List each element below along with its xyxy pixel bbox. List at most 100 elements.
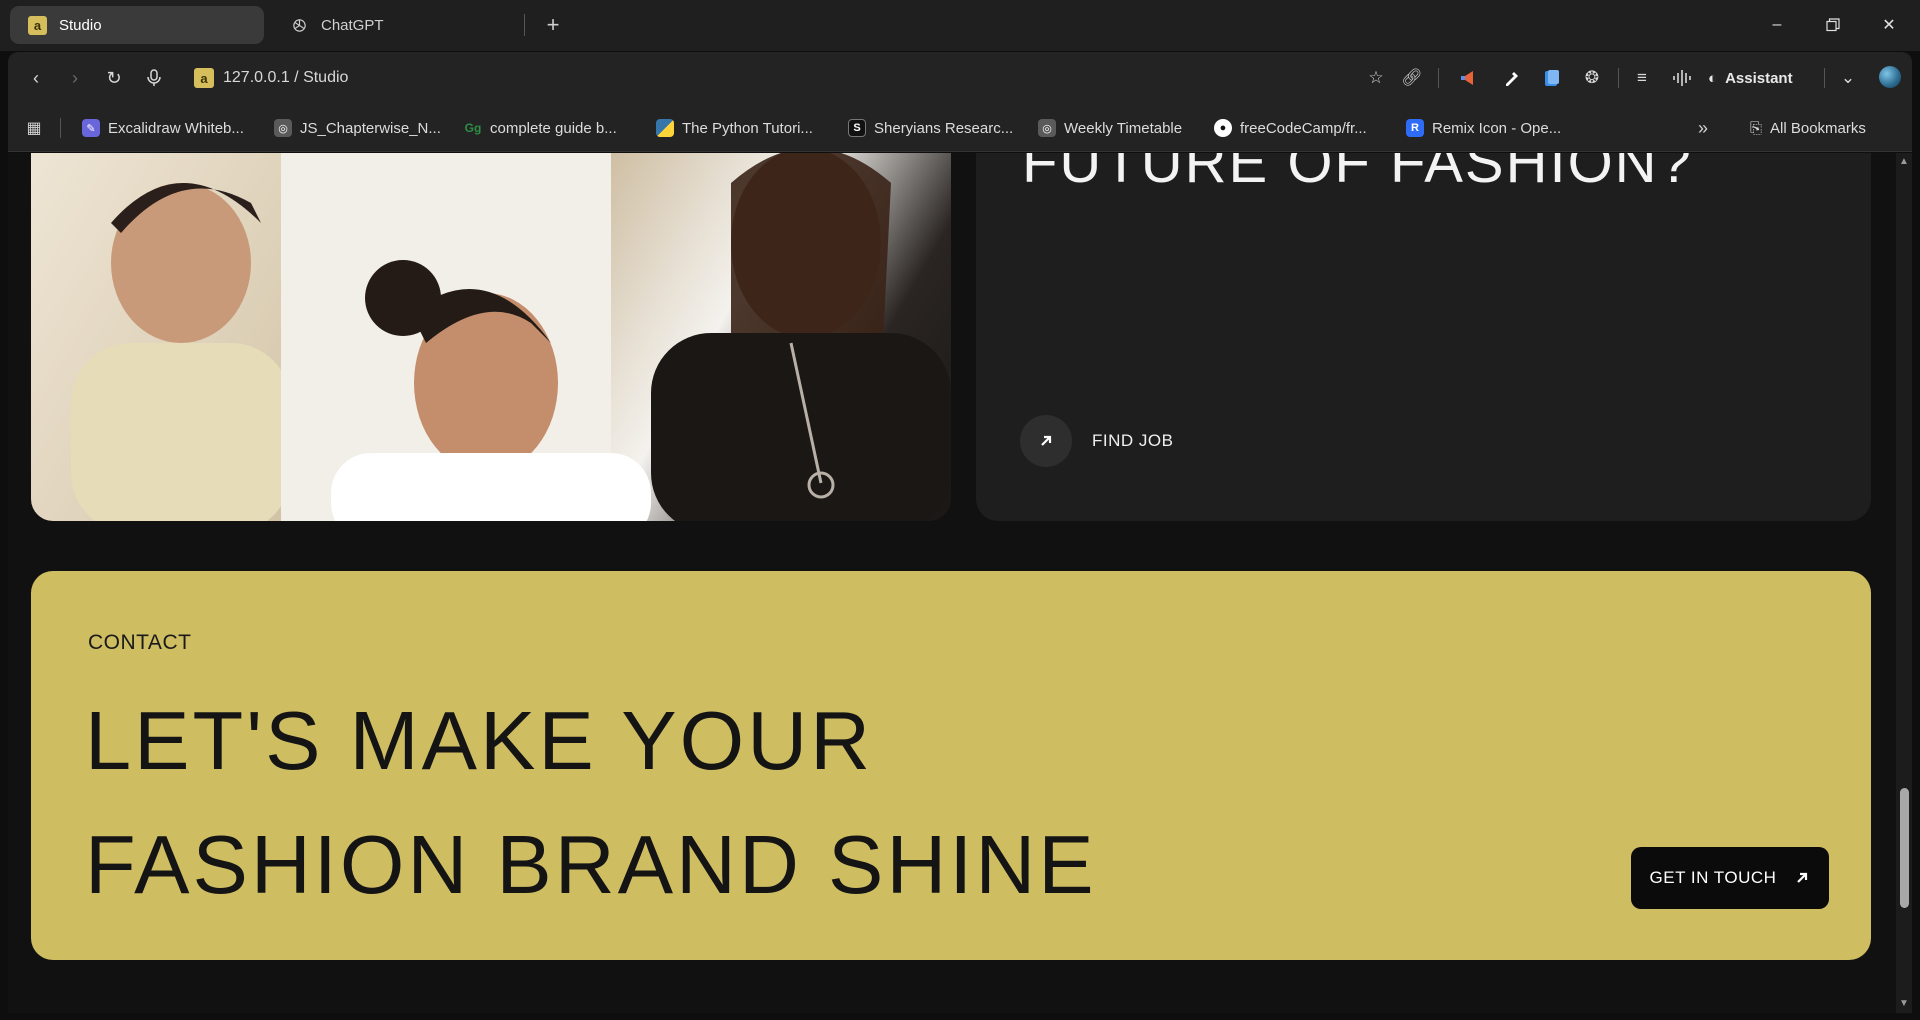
contact-eyebrow: CONTACT xyxy=(88,631,192,654)
close-window-button[interactable]: ✕ xyxy=(1866,8,1912,42)
tab-strip: a Studio ChatGPT + – ✕ xyxy=(0,0,1920,51)
audio-button[interactable] xyxy=(1668,64,1696,92)
bookmark-item[interactable]: R Remix Icon - Ope... xyxy=(1406,116,1561,140)
tab-search-button[interactable]: ⌄ xyxy=(1834,64,1862,92)
extension-megaphone-button[interactable] xyxy=(1454,64,1482,92)
voice-search-button[interactable] xyxy=(140,64,168,92)
remix-icon: R xyxy=(1406,119,1424,137)
extension-colorpicker-button[interactable] xyxy=(1498,64,1526,92)
bookmark-label: Excalidraw Whiteb... xyxy=(108,119,244,137)
studio-favicon-icon: a xyxy=(28,15,47,35)
find-job-button[interactable]: FIND JOB xyxy=(1020,415,1173,467)
globe-icon: ◎ xyxy=(274,119,292,137)
python-icon xyxy=(656,119,674,137)
bookmark-label: JS_Chapterwise_N... xyxy=(300,119,441,137)
close-icon: ✕ xyxy=(1882,17,1896,34)
list-icon: ≡ xyxy=(1637,68,1647,87)
bookmark-item[interactable]: ● freeCodeCamp/fr... xyxy=(1214,116,1367,140)
minimize-button[interactable]: – xyxy=(1754,8,1800,42)
forward-button[interactable]: › xyxy=(61,64,89,92)
back-button[interactable]: ‹ xyxy=(22,64,50,92)
puzzle-icon: ❂ xyxy=(1584,68,1600,87)
assistant-icon: ◐ xyxy=(1708,69,1718,87)
bookmark-item[interactable]: ◎ Weekly Timetable xyxy=(1038,116,1182,140)
link-icon: 🔗︎ xyxy=(1401,68,1423,87)
team-photo-illustration xyxy=(71,153,951,521)
bookmarks-divider xyxy=(60,118,61,138)
toolbar-divider xyxy=(1618,68,1619,88)
plus-icon: + xyxy=(546,12,560,37)
bookmark-icon: ⎘ xyxy=(1750,119,1763,137)
reading-list-button[interactable]: ≡ xyxy=(1628,64,1656,92)
bookmark-label: Weekly Timetable xyxy=(1064,119,1183,137)
job-card-title: FUTURE OF FASHION? xyxy=(1022,153,1693,195)
assistant-label: Assistant xyxy=(1725,69,1793,87)
arrow-left-icon: ‹ xyxy=(33,67,39,88)
site-favicon-icon: a xyxy=(194,68,214,88)
arrow-up-right-icon xyxy=(1797,872,1808,883)
team-photo xyxy=(31,153,951,521)
get-in-touch-button[interactable]: GET IN TOUCH xyxy=(1631,847,1829,909)
contact-headline-line2: FASHION BRAND SHINE xyxy=(85,818,1097,911)
restore-button[interactable] xyxy=(1810,8,1856,42)
megaphone-icon xyxy=(1461,71,1473,85)
bookmark-label: The Python Tutori... xyxy=(682,119,813,137)
geeks-icon: Gg xyxy=(464,121,482,135)
excalidraw-icon: ✎ xyxy=(82,119,100,137)
bookmark-label: freeCodeCamp/fr... xyxy=(1240,119,1367,137)
extension-notes-button[interactable] xyxy=(1538,64,1566,92)
find-job-icon-circle xyxy=(1020,415,1072,467)
page-scrollbar[interactable]: ▲ ▼ xyxy=(1896,153,1912,1013)
tab-studio[interactable]: a Studio xyxy=(10,6,264,44)
toolbar-divider xyxy=(1824,68,1825,88)
scroll-thumb[interactable] xyxy=(1900,788,1909,908)
profile-avatar[interactable] xyxy=(1879,66,1901,88)
reload-button[interactable]: ↻ xyxy=(100,64,128,92)
bookmark-item[interactable]: Gg complete guide b... xyxy=(464,116,617,140)
bookmark-star-button[interactable]: ☆ xyxy=(1362,64,1390,92)
minimize-icon: – xyxy=(1772,16,1782,33)
apps-grid-icon[interactable]: ▦ xyxy=(24,118,44,138)
tab-divider xyxy=(524,14,525,36)
github-icon: ● xyxy=(1214,119,1232,137)
waveform-icon xyxy=(1673,70,1691,86)
scroll-up-arrow-icon[interactable]: ▲ xyxy=(1899,157,1909,167)
eyedropper-icon xyxy=(1506,72,1518,86)
bookmark-label: Sheryians Researc... xyxy=(874,119,1014,137)
extensions-button[interactable]: ❂ xyxy=(1578,64,1606,92)
copy-link-button[interactable]: 🔗︎ xyxy=(1398,64,1426,92)
restore-icon xyxy=(1826,18,1840,32)
star-icon: ☆ xyxy=(1368,68,1384,87)
bookmark-item[interactable]: ◎ JS_Chapterwise_N... xyxy=(274,116,441,140)
find-job-label: FIND JOB xyxy=(1092,431,1174,450)
tab-label: ChatGPT xyxy=(321,16,384,34)
new-tab-button[interactable]: + xyxy=(538,10,568,40)
all-bookmarks-button[interactable]: ⎘ All Bookmarks xyxy=(1750,116,1866,140)
bookmark-label: complete guide b... xyxy=(490,119,617,137)
contact-section: CONTACT LET'S MAKE YOUR FASHION BRAND SH… xyxy=(31,571,1871,960)
contact-headline: LET'S MAKE YOUR FASHION BRAND SHINE xyxy=(85,679,1097,927)
scroll-down-arrow-icon[interactable]: ▼ xyxy=(1899,999,1909,1009)
bookmarks-bar: ▦ ✎ Excalidraw Whiteb... ◎ JS_Chapterwis… xyxy=(8,104,1912,152)
bookmark-item[interactable]: S Sheryians Researc... xyxy=(848,116,1013,140)
microphone-icon xyxy=(147,69,161,86)
browser-toolbar: ‹ › ↻ a 127.0.0.1 / Studio ☆ 🔗︎ ❂ ≡ ◐ As… xyxy=(8,52,1912,104)
bookmark-item[interactable]: The Python Tutori... xyxy=(656,116,813,140)
tab-chatgpt[interactable]: ChatGPT xyxy=(272,6,522,44)
address-bar[interactable]: 127.0.0.1 / Studio xyxy=(223,68,348,88)
bookmark-item[interactable]: ✎ Excalidraw Whiteb... xyxy=(82,116,244,140)
arrow-right-icon: › xyxy=(72,67,78,88)
reload-icon: ↻ xyxy=(106,67,122,88)
arrow-up-right-icon xyxy=(1041,435,1052,446)
toolbar-divider xyxy=(1438,68,1439,88)
sheryians-icon: S xyxy=(848,119,866,137)
globe-icon: ◎ xyxy=(1038,119,1056,137)
job-card: FUTURE OF FASHION? FIND JOB xyxy=(976,153,1871,521)
document-icon xyxy=(1545,70,1559,86)
chevron-down-icon: ⌄ xyxy=(1840,68,1856,87)
tab-label: Studio xyxy=(59,16,102,34)
assistant-button[interactable]: ◐ Assistant xyxy=(1708,64,1793,92)
contact-headline-line1: LET'S MAKE YOUR xyxy=(85,694,874,787)
get-in-touch-label: GET IN TOUCH xyxy=(1649,868,1777,887)
bookmarks-overflow-button[interactable]: » xyxy=(1698,116,1708,140)
